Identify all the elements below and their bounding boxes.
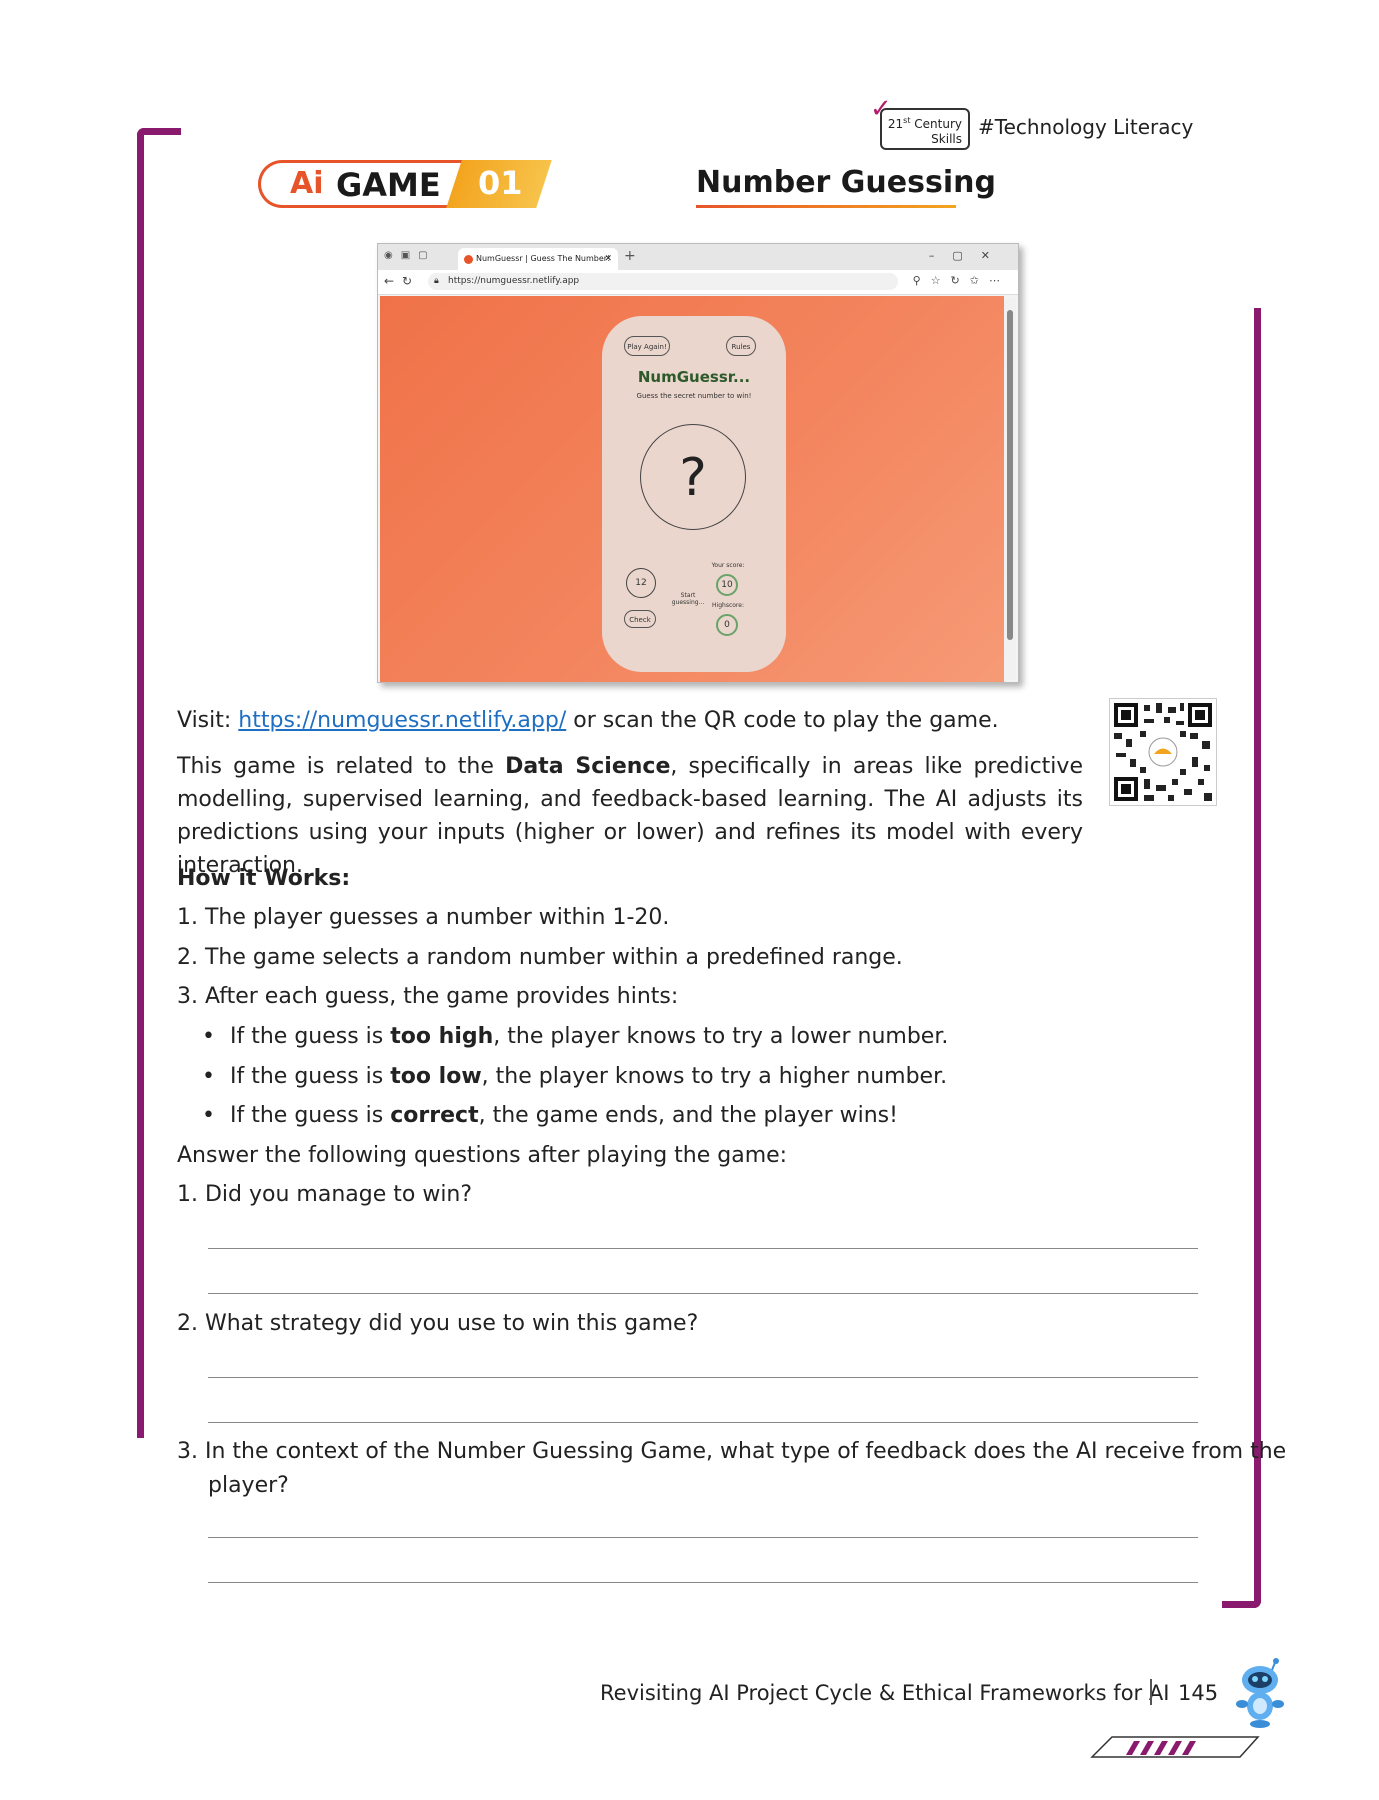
guess-input[interactable]: 12	[626, 568, 656, 598]
ai-logo-icon: Ai	[290, 166, 324, 201]
step-item: 2. The game selects a random number with…	[177, 945, 903, 970]
footer-divider	[1150, 1679, 1152, 1705]
qr-code-icon	[1114, 703, 1212, 801]
game-link[interactable]: https://numguessr.netlify.app/	[238, 708, 566, 733]
play-again-button[interactable]: Play Again!	[624, 336, 670, 356]
ai-game-badge: Ai GAME 01	[258, 160, 552, 210]
question-1: 1. Did you manage to win?	[177, 1182, 473, 1207]
badge-number: 01	[478, 164, 523, 202]
score-value: 10	[716, 574, 738, 596]
favicon-icon	[464, 255, 473, 264]
browser-actions-icon[interactable]: ⚲☆↻✩⋯	[913, 274, 1010, 287]
visit-suffix: or scan the QR code to play the game.	[566, 708, 999, 733]
visit-line: Visit: https://numguessr.netlify.app/ or…	[177, 704, 1087, 737]
visit-prefix: Visit:	[177, 708, 239, 733]
page-border-left	[137, 128, 144, 1438]
url-text: https://numguessr.netlify.app	[448, 276, 580, 286]
chapter-title: Revisiting AI Project Cycle & Ethical Fr…	[600, 1681, 1170, 1705]
back-refresh-icon[interactable]: ←↻	[384, 274, 420, 288]
web-viewport: Play Again! Rules NumGuessr... Guess the…	[380, 296, 1004, 682]
score-label: Your score:	[711, 562, 745, 569]
step-item: 1. The player guesses a number within 1-…	[177, 905, 670, 930]
how-it-works-heading: How it Works:	[177, 866, 351, 891]
highscore-value: 0	[716, 614, 738, 636]
skills-line1: 21st Century	[887, 116, 962, 131]
question-3-continued: player?	[208, 1473, 289, 1498]
skill-tag: #Technology Literacy	[978, 115, 1194, 139]
new-tab-icon[interactable]: +	[624, 248, 636, 264]
hint-bullet: If the guess is too low, the player know…	[202, 1064, 947, 1089]
answer-line[interactable]	[208, 1537, 1198, 1538]
questions-intro: Answer the following questions after pla…	[177, 1143, 788, 1168]
title-underline	[696, 205, 956, 208]
secret-number-display: ?	[640, 424, 746, 530]
question-2: 2. What strategy did you use to win this…	[177, 1311, 699, 1336]
page-number: 145	[1178, 1681, 1219, 1705]
answer-line[interactable]	[208, 1248, 1198, 1249]
answer-line[interactable]	[208, 1582, 1198, 1583]
app-title: NumGuessr...	[637, 368, 751, 386]
question-3: 3. In the context of the Number Guessing…	[177, 1439, 1287, 1464]
answer-line[interactable]	[208, 1422, 1198, 1423]
highscore-label: Highscore:	[712, 602, 744, 609]
hint-bullet: If the guess is correct, the game ends, …	[202, 1103, 898, 1128]
footer-stripes-decoration	[1090, 1735, 1260, 1759]
lock-icon: 🔒︎	[434, 276, 439, 286]
app-subtitle: Guess the secret number to win!	[636, 392, 752, 400]
qr-code	[1109, 698, 1217, 806]
browser-tabbar: ◉▣▢ NumGuessr | Guess The Number! ✕ + –▢…	[378, 244, 1018, 270]
url-field[interactable]: 🔒︎ https://numguessr.netlify.app	[428, 273, 898, 290]
page-border-right-cap	[1222, 1601, 1261, 1608]
data-science-term: Data Science	[505, 754, 671, 779]
intro-paragraph: This game is related to the Data Science…	[177, 754, 1083, 878]
rules-button[interactable]: Rules	[726, 336, 756, 356]
check-button[interactable]: Check	[624, 610, 656, 628]
address-bar: ←↻ 🔒︎ https://numguessr.netlify.app ⚲☆↻✩…	[378, 270, 1018, 295]
profile-icon: ◉▣▢	[384, 250, 436, 261]
answer-line[interactable]	[208, 1377, 1198, 1378]
page-title: Number Guessing	[696, 165, 996, 200]
tab-title: NumGuessr | Guess The Number!	[476, 254, 611, 263]
page-border-right	[1254, 308, 1261, 1608]
robot-mascot-icon	[1232, 1658, 1288, 1730]
browser-tab[interactable]: NumGuessr | Guess The Number! ✕	[458, 248, 618, 270]
hint-bullet: If the guess is too high, the player kno…	[202, 1024, 948, 1049]
close-tab-icon[interactable]: ✕	[604, 248, 612, 270]
page-border-left-cap	[137, 128, 181, 135]
status-message: Start guessing...	[671, 592, 705, 606]
answer-line[interactable]	[208, 1293, 1198, 1294]
window-controls-icon[interactable]: –▢✕	[929, 249, 1008, 262]
browser-screenshot: ◉▣▢ NumGuessr | Guess The Number! ✕ + –▢…	[377, 243, 1019, 683]
scroll-thumb[interactable]	[1007, 310, 1013, 640]
skills-badge: 21st Century Skills	[880, 108, 970, 150]
badge-game-label: GAME	[336, 166, 441, 204]
browser-scrollbar[interactable]	[1004, 298, 1016, 680]
game-card: Play Again! Rules NumGuessr... Guess the…	[602, 316, 786, 672]
skills-line2: Skills	[931, 132, 962, 146]
step-item: 3. After each guess, the game provides h…	[177, 984, 679, 1009]
